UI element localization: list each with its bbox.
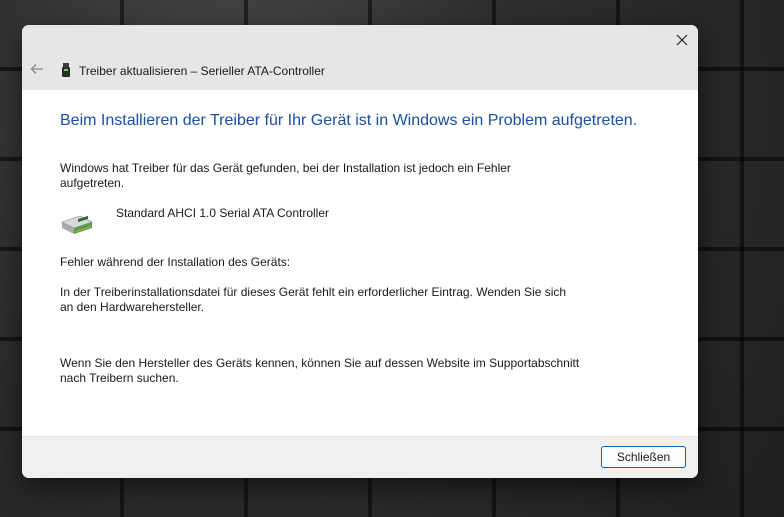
usb-drive-icon <box>62 63 70 77</box>
intro-text: Windows hat Treiber für das Gerät gefund… <box>60 161 511 190</box>
hint-text: Wenn Sie den Hersteller des Geräts kenne… <box>60 356 580 385</box>
error-label: Fehler während der Installation des Gerä… <box>60 255 291 269</box>
storage-controller-icon <box>61 215 93 234</box>
error-message: In der Treiberinstallationsdatei für die… <box>60 285 567 314</box>
update-driver-dialog: Treiber aktualisieren – Serieller ATA-Co… <box>22 25 698 478</box>
window-close-button[interactable] <box>666 25 698 55</box>
title-bar: Treiber aktualisieren – Serieller ATA-Co… <box>22 25 698 90</box>
device-name: Standard AHCI 1.0 Serial ATA Controller <box>116 206 329 220</box>
back-arrow-icon <box>30 64 43 74</box>
window-title: Treiber aktualisieren – Serieller ATA-Co… <box>79 64 325 78</box>
dialog-footer: Schließen <box>22 436 698 478</box>
close-icon <box>676 34 688 46</box>
close-dialog-button[interactable]: Schließen <box>601 446 686 468</box>
dialog-content: Beim Installieren der Treiber für Ihr Ge… <box>60 90 660 436</box>
error-heading: Beim Installieren der Treiber für Ihr Ge… <box>60 112 638 129</box>
back-button[interactable] <box>28 60 46 78</box>
